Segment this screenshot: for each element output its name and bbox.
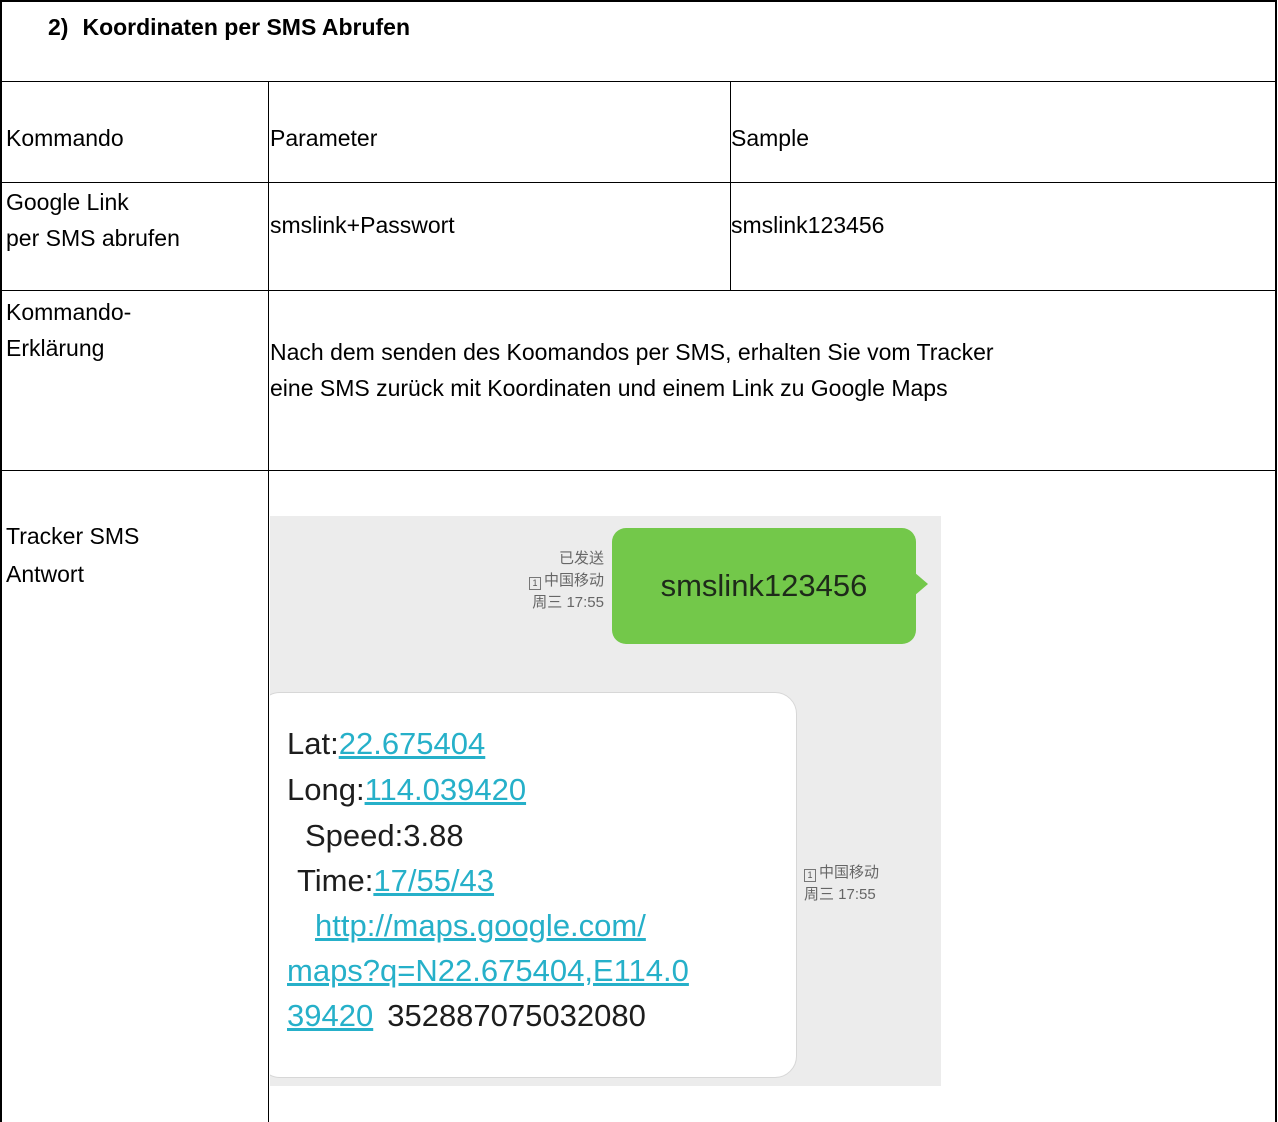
lat-label: Lat: [287,726,339,761]
row-label-reply-line2: Antwort [6,561,84,587]
time-link[interactable]: 17/55/43 [373,863,494,898]
section-heading: 2) Koordinaten per SMS Abrufen [48,10,410,44]
row-label-explain-line2: Erklärung [6,335,105,361]
sent-message-text: smslink123456 [660,568,868,603]
table-column-divider [730,81,731,290]
sent-time: 周三 17:55 [532,594,604,611]
sent-meta: 已发送 1 中国移动 周三 17:55 [528,548,604,614]
sample-value: smslink123456 [731,212,885,238]
row-label-reply-line1: Tracker SMS [6,523,140,549]
speed-line: Speed:3.88 [305,818,464,853]
column-header-sample: Sample [731,125,809,151]
row-label-explain-line1: Kommando- [6,299,132,325]
column-header-kommando: Kommando [6,125,124,151]
table-border-top [0,0,1277,2]
table-border-left [0,0,2,1122]
maps-link-part3[interactable]: 39420 [287,998,373,1033]
received-message-bubble: Lat:22.675404 Long:114.039420 Speed:3.88… [270,692,797,1078]
table-row-divider [0,182,1277,183]
lat-line: Lat:22.675404 [287,723,485,765]
long-label: Long: [287,772,365,807]
parameter-value: smslink+Passwort [270,212,455,238]
received-carrier-line: 1 中国移动 [804,862,879,884]
table-column-divider [268,81,269,1122]
sim-icon: 1 [804,869,816,882]
section-title: Koordinaten per SMS Abrufen [82,14,411,40]
long-line: Long:114.039420 [287,769,526,811]
table-row-divider [0,470,1277,471]
imei-text: 352887075032080 [387,998,646,1033]
url-line2: maps?q=N22.675404,E114.0 [287,950,689,992]
row-label-google-line2: per SMS abrufen [6,225,180,251]
column-header-parameter: Parameter [270,125,378,151]
row-label-google-line1: Google Link [6,189,129,215]
sent-message-bubble: smslink123456 [612,528,916,644]
explanation-text-line2: eine SMS zurück mit Koordinaten und eine… [270,375,948,401]
sent-carrier-line: 1 中国移动 [528,570,604,592]
url-line3: 39420 352887075032080 [287,995,646,1037]
table-row-divider [0,81,1277,82]
received-time: 周三 17:55 [804,886,876,903]
table-row-divider [0,290,1277,291]
url-line1: http://maps.google.com/ [315,905,646,947]
document-page: 2) Koordinaten per SMS Abrufen Kommando P… [0,0,1278,1122]
sms-screenshot: 已发送 1 中国移动 周三 17:55 smslink123456 Lat:22.… [270,516,941,1086]
maps-link-part1[interactable]: http://maps.google.com/ [315,908,646,943]
section-number: 2) [48,14,69,40]
time-line: Time:17/55/43 [297,860,494,902]
maps-link-part2[interactable]: maps?q=N22.675404,E114.0 [287,953,689,988]
sent-status: 已发送 [558,550,604,567]
lat-link[interactable]: 22.675404 [339,726,486,761]
table-border-right [1275,0,1277,1122]
received-meta: 1 中国移动 周三 17:55 [804,862,879,906]
received-carrier: 中国移动 [819,864,880,881]
long-link[interactable]: 114.039420 [365,772,526,807]
explanation-text-line1: Nach dem senden des Koomandos per SMS, e… [270,339,994,365]
sent-carrier: 中国移动 [543,572,604,589]
sent-bubble-tail [914,572,928,596]
sim-icon: 1 [528,577,541,590]
time-label: Time: [297,863,374,898]
